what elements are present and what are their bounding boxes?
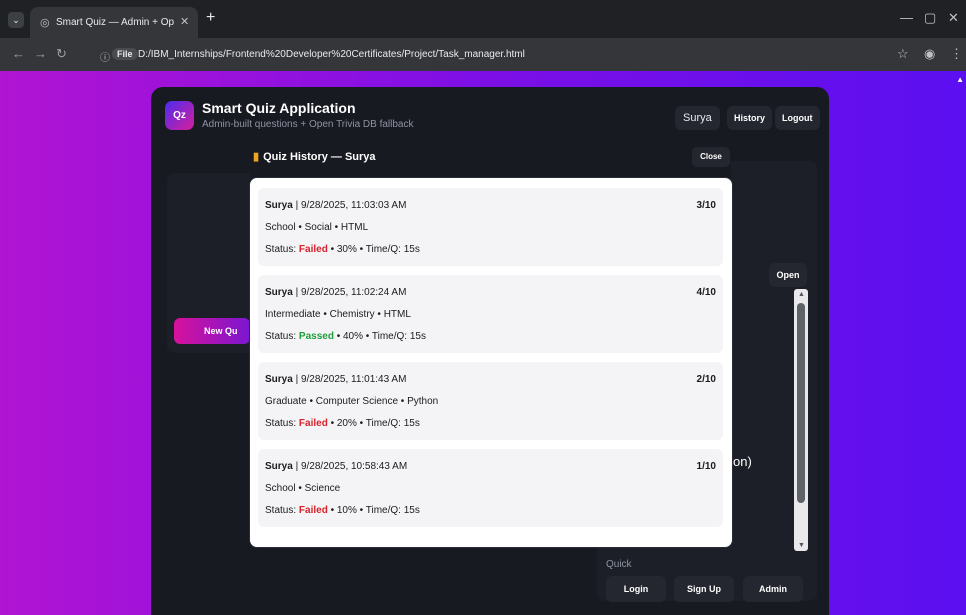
url-text[interactable]: D:/IBM_Internships/Frontend%20Developer%…	[138, 49, 525, 60]
entry-score: 2/10	[696, 374, 716, 385]
address-bar[interactable]: ⓘ File D:/IBM_Internships/Frontend%20Dev…	[94, 43, 884, 67]
entry-meta: Intermediate • Chemistry • HTML	[265, 309, 411, 320]
quick-label: Quick	[606, 559, 632, 570]
panel-text: on)	[733, 454, 752, 469]
app-logo: Qz	[165, 101, 194, 130]
tab-title: Smart Quiz — Admin + Open	[56, 17, 174, 28]
history-entry: Surya | 9/28/2025, 11:01:43 AM 2/10 Gradua…	[258, 362, 723, 440]
entry-score: 1/10	[696, 461, 716, 472]
entry-score: 4/10	[696, 287, 716, 298]
scroll-up-icon[interactable]: ▲	[798, 291, 805, 298]
status-details: • 40% • Time/Q: 15s	[333, 331, 426, 342]
status-badge: Failed	[298, 418, 328, 429]
forward-icon[interactable]: →	[34, 46, 47, 61]
scroll-down-icon[interactable]: ▼	[798, 542, 805, 549]
info-icon[interactable]: ⓘ	[100, 49, 110, 64]
open-button[interactable]: Open	[769, 263, 807, 287]
more-menu-icon[interactable]: ⋮	[950, 46, 963, 62]
status-badge: Failed	[298, 505, 328, 516]
entry-header: Surya | 9/28/2025, 11:03:03 AM	[265, 200, 406, 211]
entry-score: 3/10	[696, 200, 716, 211]
app-subtitle: Admin-built questions + Open Trivia DB f…	[202, 119, 414, 130]
modal-title: ▮ Quiz History — Surya	[253, 150, 376, 163]
close-button[interactable]: Close	[692, 147, 730, 167]
status-badge: Passed	[298, 331, 334, 342]
entry-header: Surya | 9/28/2025, 10:58:43 AM	[265, 461, 407, 472]
entry-status-line: Status: Failed • 20% • Time/Q: 15s	[265, 418, 420, 429]
status-prefix: Status:	[265, 331, 299, 342]
username-badge: Surya	[675, 106, 720, 130]
maximize-icon[interactable]: ▢	[924, 10, 936, 26]
entry-datetime: | 9/28/2025, 10:58:43 AM	[292, 461, 408, 472]
status-details: • 10% • Time/Q: 15s	[327, 505, 420, 516]
status-prefix: Status:	[265, 244, 299, 255]
new-tab-icon[interactable]: +	[206, 9, 215, 27]
reload-icon[interactable]: ↻	[56, 46, 67, 62]
entry-status-line: Status: Failed • 10% • Time/Q: 15s	[265, 505, 420, 516]
app-title: Smart Quiz Application	[202, 100, 356, 116]
entry-meta: School • Social • HTML	[265, 222, 369, 233]
status-prefix: Status:	[265, 418, 299, 429]
entry-datetime: | 9/28/2025, 11:03:03 AM	[292, 200, 407, 211]
entry-status-line: Status: Failed • 30% • Time/Q: 15s	[265, 244, 420, 255]
history-button[interactable]: History	[727, 106, 773, 130]
file-chip: File	[112, 48, 138, 60]
minimize-icon[interactable]: —	[900, 10, 913, 25]
logout-button[interactable]: Logout	[775, 106, 820, 130]
bookmark-star-icon[interactable]: ☆	[897, 46, 909, 62]
back-icon[interactable]: ←	[12, 46, 25, 61]
tab-close-icon[interactable]: ✕	[180, 15, 189, 28]
book-icon: ▮	[253, 151, 260, 163]
browser-toolbar: ← → ↻ ⓘ File D:/IBM_Internships/Frontend…	[0, 38, 966, 71]
scrollbar-thumb[interactable]	[797, 303, 805, 503]
entry-header: Surya | 9/28/2025, 11:01:43 AM	[265, 374, 406, 385]
status-details: • 30% • Time/Q: 15s	[327, 244, 420, 255]
entry-user: Surya	[265, 461, 293, 472]
globe-icon: ◎	[40, 17, 50, 29]
signup-button[interactable]: Sign Up	[674, 576, 734, 602]
entry-user: Surya	[265, 374, 293, 385]
panel-scrollbar[interactable]: ▲ ▼	[794, 289, 808, 551]
history-entry: Surya | 9/28/2025, 10:58:43 AM 1/10 School…	[258, 449, 723, 527]
entry-datetime: | 9/28/2025, 11:01:43 AM	[292, 374, 407, 385]
status-details: • 20% • Time/Q: 15s	[327, 418, 420, 429]
entry-header: Surya | 9/28/2025, 11:02:24 AM	[265, 287, 406, 298]
modal-title-text: Quiz History — Surya	[263, 151, 376, 163]
page-scroll-up-icon[interactable]: ▲	[956, 75, 964, 84]
window-close-icon[interactable]: ✕	[948, 10, 959, 26]
new-quiz-button[interactable]: New Qu	[174, 318, 250, 344]
browser-tab[interactable]: ◎ Smart Quiz — Admin + Open ✕	[30, 7, 198, 38]
entry-datetime: | 9/28/2025, 11:02:24 AM	[292, 287, 407, 298]
status-prefix: Status:	[265, 505, 299, 516]
profile-icon[interactable]: ◉	[924, 46, 935, 62]
entry-meta: Graduate • Computer Science • Python	[265, 396, 439, 407]
entry-meta: School • Science	[265, 483, 341, 494]
browser-tab-bar: ⌄ ◎ Smart Quiz — Admin + Open ✕ + — ▢ ✕	[0, 0, 966, 38]
entry-status-line: Status: Passed • 40% • Time/Q: 15s	[265, 331, 426, 342]
history-entry: Surya | 9/28/2025, 11:02:24 AM 4/10 Interm…	[258, 275, 723, 353]
status-badge: Failed	[298, 244, 328, 255]
admin-button[interactable]: Admin	[743, 576, 803, 602]
login-button[interactable]: Login	[606, 576, 666, 602]
history-entry: Surya | 9/28/2025, 11:03:03 AM 3/10 School…	[258, 188, 723, 266]
entry-user: Surya	[265, 200, 293, 211]
tab-search-icon[interactable]: ⌄	[8, 12, 24, 28]
entry-user: Surya	[265, 287, 293, 298]
